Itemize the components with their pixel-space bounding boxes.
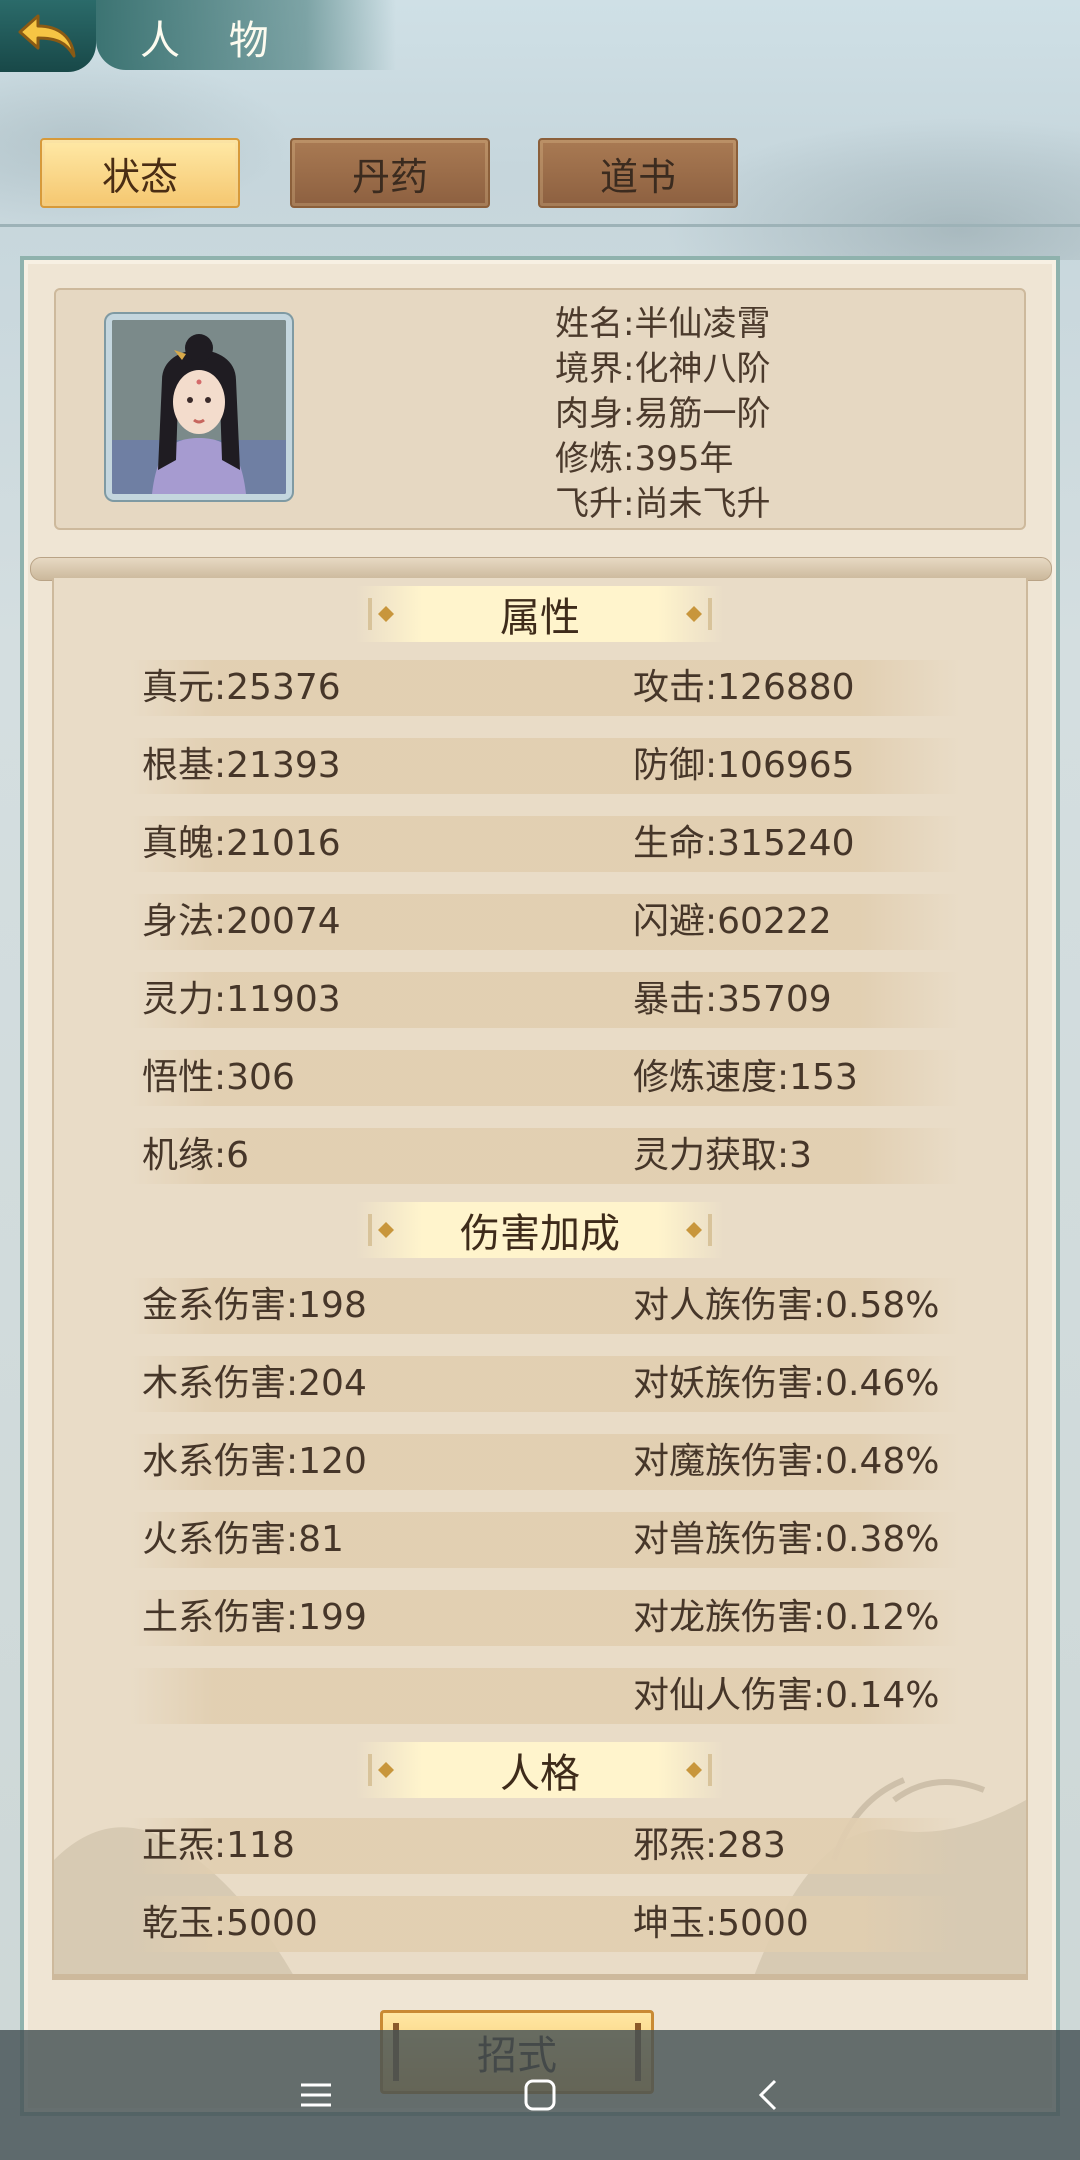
dmg-vs-beast: 对兽族伤害:0.38%: [633, 1519, 940, 1560]
diamond-ornament-icon: [368, 1214, 394, 1246]
stat-defense: 防御:106965: [633, 745, 855, 786]
stat-zhengqi: 正炁:118: [142, 1825, 295, 1866]
diamond-ornament-icon: [686, 598, 712, 630]
character-portrait-icon: [112, 320, 286, 494]
stat-zhenpo: 真魄:21016: [142, 823, 341, 864]
stat-cultivation-speed: 修炼速度:153: [633, 1057, 858, 1098]
section-title: 属性: [500, 595, 580, 641]
profile-cultivation: 修炼:395年: [555, 439, 734, 479]
avatar[interactable]: [106, 314, 292, 500]
stat-life: 生命:315240: [633, 823, 855, 864]
dmg-earth: 土系伤害:199: [142, 1597, 367, 1638]
stat-zhenyuan: 真元:25376: [142, 667, 341, 708]
tab-elixir[interactable]: 丹药: [290, 138, 490, 208]
scroll-bottom-edge: [52, 1974, 1028, 1980]
page-title: 人 物: [140, 18, 287, 64]
dmg-vs-immortal: 对仙人伤害:0.14%: [633, 1675, 940, 1716]
section-header-damage: 伤害加成: [356, 1202, 724, 1258]
stat-genji: 根基:21393: [142, 745, 341, 786]
stat-crit: 暴击:35709: [633, 979, 832, 1020]
stat-shenfa: 身法:20074: [142, 901, 341, 942]
dmg-water: 水系伤害:120: [142, 1441, 367, 1482]
profile-body: 肉身:易筋一阶: [555, 394, 771, 434]
dmg-vs-demon: 对妖族伤害:0.46%: [633, 1363, 940, 1404]
profile-realm: 境界:化神八阶: [555, 349, 771, 389]
dmg-vs-human: 对人族伤害:0.58%: [633, 1285, 940, 1326]
dmg-fire: 火系伤害:81: [142, 1519, 344, 1560]
section-title: 人格: [500, 1751, 580, 1797]
home-square-icon: [524, 2079, 556, 2111]
dmg-wood: 木系伤害:204: [142, 1363, 367, 1404]
profile-name: 姓名:半仙凌霄: [555, 304, 771, 344]
diamond-ornament-icon: [368, 1754, 394, 1786]
diamond-ornament-icon: [686, 1754, 712, 1786]
tab-daoshu[interactable]: 道书: [538, 138, 738, 208]
nav-menu-button[interactable]: [286, 2062, 346, 2128]
stat-kunyu: 坤玉:5000: [633, 1903, 809, 1944]
diamond-ornament-icon: [686, 1214, 712, 1246]
diamond-ornament-icon: [368, 598, 394, 630]
nav-back-button[interactable]: [738, 2062, 798, 2128]
stat-lingli: 灵力:11903: [142, 979, 341, 1020]
stat-qianyu: 乾玉:5000: [142, 1903, 318, 1944]
stat-wuxing: 悟性:306: [142, 1057, 295, 1098]
section-title: 伤害加成: [460, 1211, 620, 1257]
stat-xieqi: 邪炁:283: [633, 1825, 786, 1866]
back-button[interactable]: [0, 0, 96, 72]
stat-jiyuan: 机缘:6: [142, 1135, 250, 1176]
profile-ascension: 飞升:尚未飞升: [555, 484, 771, 524]
dmg-metal: 金系伤害:198: [142, 1285, 367, 1326]
back-chevron-icon: [758, 2079, 777, 2111]
dmg-vs-mo: 对魔族伤害:0.48%: [633, 1441, 940, 1482]
back-arrow-icon: [18, 14, 76, 58]
stat-attack: 攻击:126880: [633, 667, 855, 708]
section-header-attributes: 属性: [356, 586, 724, 642]
menu-icon: [301, 2083, 331, 2107]
stat-lingli-gain: 灵力获取:3: [633, 1135, 813, 1176]
profile-info: 姓名:半仙凌霄 境界:化神八阶 肉身:易筋一阶 修炼:395年 飞升:尚未飞升: [555, 302, 770, 527]
section-header-personality: 人格: [356, 1742, 724, 1798]
row-band: [130, 1128, 960, 1184]
dmg-vs-dragon: 对龙族伤害:0.12%: [633, 1597, 940, 1638]
stat-dodge: 闪避:60222: [633, 901, 832, 942]
tab-status[interactable]: 状态: [40, 138, 240, 208]
header-divider: [0, 224, 1080, 227]
nav-home-button[interactable]: [510, 2062, 570, 2128]
